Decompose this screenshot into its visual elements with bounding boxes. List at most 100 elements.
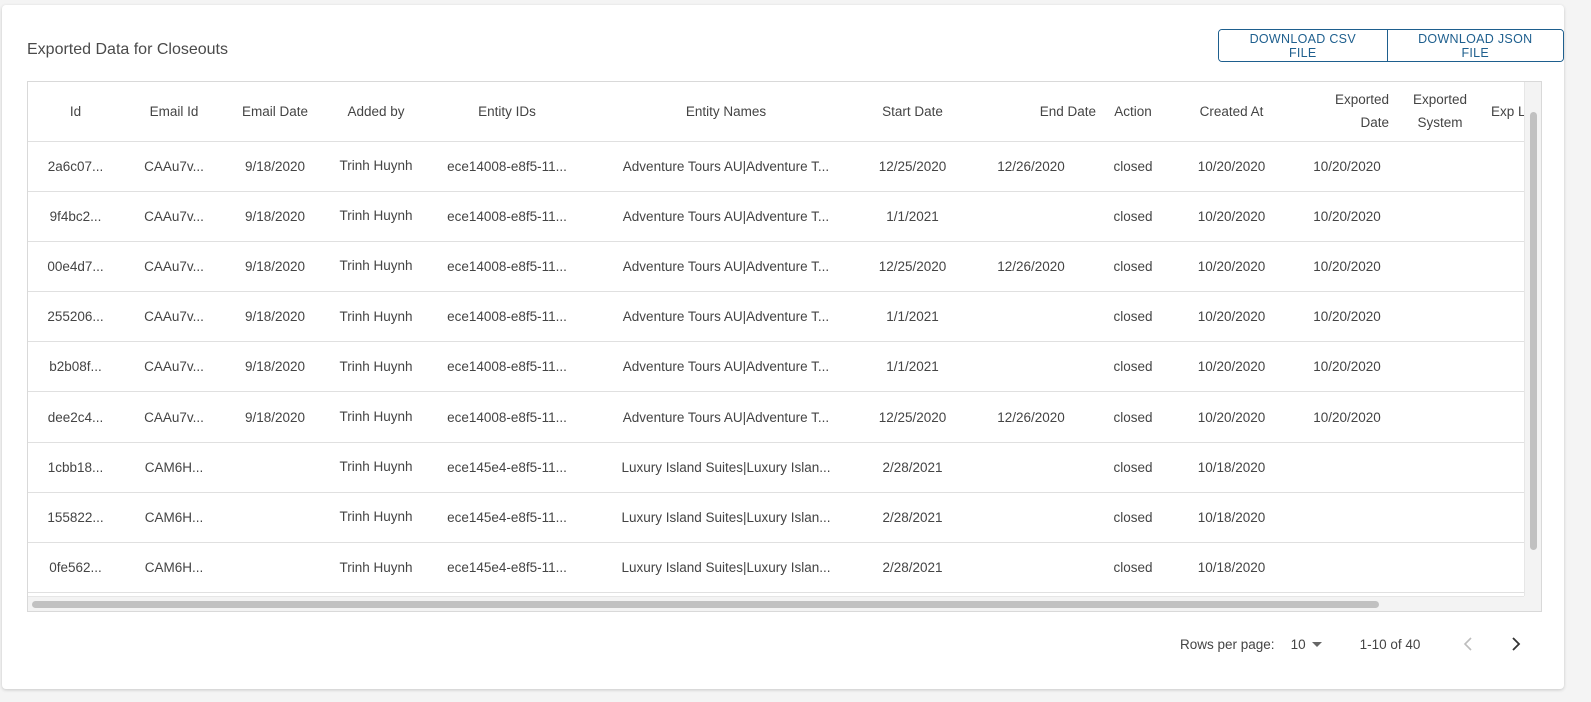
previous-page-button[interactable]	[1454, 630, 1482, 658]
table-cell: Trinh Huynh	[325, 191, 427, 242]
table-cell	[960, 492, 1102, 544]
column-header[interactable]: Entity Names	[587, 82, 865, 142]
table-row[interactable]: 1cbb18... CAM6H... Trinh Huynh ece145e4-e8f…	[28, 442, 1525, 493]
column-header[interactable]: End Date	[960, 82, 1102, 142]
table-cell: 9/18/2020	[225, 391, 325, 443]
table-cell: 2/28/2021	[865, 542, 960, 594]
column-header[interactable]: Id	[28, 82, 123, 142]
next-page-button[interactable]	[1502, 630, 1530, 658]
download-csv-button[interactable]: DOWNLOAD CSV FILE	[1219, 30, 1387, 61]
table-cell: 1cbb18...	[28, 442, 123, 493]
table-cell	[960, 542, 1102, 594]
table-cell: Trinh Huynh	[325, 291, 427, 343]
table-cell: 9/18/2020	[225, 141, 325, 192]
table-cell: 10/18/2020	[1164, 492, 1299, 544]
column-header[interactable]: Exported System	[1395, 82, 1485, 142]
pagination-range: 1-10 of 40	[1359, 636, 1421, 652]
column-header[interactable]: Created At	[1164, 82, 1299, 142]
table-cell: Trinh Huynh	[325, 542, 427, 594]
table-row[interactable]: 2a6c07... CAAu7v... 9/18/2020 Trinh Huynh ec…	[28, 141, 1525, 192]
table-cell	[1299, 492, 1395, 544]
table-cell	[1395, 291, 1485, 343]
table-cell	[960, 191, 1102, 242]
closeouts-table: Id Email Id Email Date Added by Entity I…	[28, 82, 1525, 594]
table-cell: Adventure Tours AU|Adventure T...	[587, 241, 865, 293]
table-cell: closed	[1102, 241, 1164, 293]
table-cell: Adventure Tours AU|Adventure T...	[587, 341, 865, 393]
table-cell	[1485, 291, 1525, 343]
table-cell	[225, 492, 325, 544]
table-cell: ece145e4-e8f5-11...	[427, 442, 587, 493]
table-cell: Adventure Tours AU|Adventure T...	[587, 141, 865, 192]
table-cell: CAAu7v...	[123, 291, 225, 343]
table-cell	[1485, 141, 1525, 192]
table-cell: Trinh Huynh	[325, 241, 427, 293]
table-cell	[1485, 391, 1525, 443]
table-cell: 0fe562...	[28, 542, 123, 594]
table-cell	[225, 442, 325, 493]
table-cell: 10/20/2020	[1299, 291, 1395, 343]
download-button-group: DOWNLOAD CSV FILE DOWNLOAD JSON FILE	[1218, 29, 1564, 62]
table-cell: 12/26/2020	[960, 241, 1102, 293]
table-cell: closed	[1102, 492, 1164, 544]
vertical-scroll-thumb[interactable]	[1530, 112, 1537, 550]
table-cell: ece14008-e8f5-11...	[427, 141, 587, 192]
column-header[interactable]: Email Date	[225, 82, 325, 142]
horizontal-scroll-thumb[interactable]	[32, 601, 1379, 608]
table-cell: 9/18/2020	[225, 341, 325, 393]
table-cell: CAM6H...	[123, 442, 225, 493]
table-cell: 12/26/2020	[960, 141, 1102, 192]
vertical-scrollbar[interactable]	[1524, 82, 1541, 597]
table-row[interactable]: 155822... CAM6H... Trinh Huynh ece145e4-e8f…	[28, 492, 1525, 544]
table-cell: 2/28/2021	[865, 492, 960, 544]
column-header[interactable]: Action	[1102, 82, 1164, 142]
column-header[interactable]: Exported Date	[1299, 82, 1395, 142]
data-grid-viewport[interactable]: Id Email Id Email Date Added by Entity I…	[28, 82, 1525, 597]
table-cell: Adventure Tours AU|Adventure T...	[587, 391, 865, 443]
column-header[interactable]: Email Id	[123, 82, 225, 142]
table-cell: 10/20/2020	[1164, 391, 1299, 443]
column-header[interactable]: Exp Log	[1485, 82, 1525, 142]
table-cell	[1299, 542, 1395, 594]
rows-per-page-select[interactable]: 10	[1291, 637, 1322, 652]
chevron-right-icon	[1512, 637, 1521, 651]
table-cell: Trinh Huynh	[325, 492, 427, 544]
table-cell: Adventure Tours AU|Adventure T...	[587, 291, 865, 343]
table-cell	[1485, 442, 1525, 493]
table-cell: closed	[1102, 291, 1164, 343]
table-row[interactable]: 0fe562... CAM6H... Trinh Huynh ece145e4-e8f…	[28, 542, 1525, 594]
table-cell	[1485, 191, 1525, 242]
table-row[interactable]: 00e4d7... CAAu7v... 9/18/2020 Trinh Huynh ec…	[28, 241, 1525, 293]
table-row[interactable]: b2b08f... CAAu7v... 9/18/2020 Trinh Huynh ec…	[28, 341, 1525, 393]
table-row[interactable]: dee2c4... CAAu7v... 9/18/2020 Trinh Huynh ec…	[28, 391, 1525, 443]
table-cell: 10/20/2020	[1164, 291, 1299, 343]
table-cell: CAAu7v...	[123, 141, 225, 192]
table-row[interactable]: 9f4bc2... CAAu7v... 9/18/2020 Trinh Huynh ec…	[28, 191, 1525, 242]
table-cell: 1/1/2021	[865, 291, 960, 343]
table-cell: 2a6c07...	[28, 141, 123, 192]
table-cell	[1395, 241, 1485, 293]
table-cell	[1395, 141, 1485, 192]
table-row[interactable]: 255206... CAAu7v... 9/18/2020 Trinh Huynh ec…	[28, 291, 1525, 343]
table-cell: 255206...	[28, 291, 123, 343]
table-cell	[960, 291, 1102, 343]
column-header[interactable]: Start Date	[865, 82, 960, 142]
table-cell	[1485, 241, 1525, 293]
table-cell: Trinh Huynh	[325, 141, 427, 192]
column-header[interactable]: Added by	[325, 82, 427, 142]
table-cell: ece14008-e8f5-11...	[427, 341, 587, 393]
table-cell: 12/25/2020	[865, 141, 960, 192]
table-cell	[1299, 442, 1395, 493]
table-cell: ece145e4-e8f5-11...	[427, 492, 587, 544]
table-body: 2a6c07... CAAu7v... 9/18/2020 Trinh Huynh ec…	[28, 141, 1525, 594]
table-cell: ece14008-e8f5-11...	[427, 391, 587, 443]
table-cell: Luxury Island Suites|Luxury Islan...	[587, 442, 865, 493]
horizontal-scrollbar[interactable]	[28, 596, 1525, 611]
column-header[interactable]: Entity IDs	[427, 82, 587, 142]
table-cell: 10/20/2020	[1299, 341, 1395, 393]
table-cell: 12/26/2020	[960, 391, 1102, 443]
table-cell: 10/18/2020	[1164, 442, 1299, 493]
table-cell: Luxury Island Suites|Luxury Islan...	[587, 542, 865, 594]
download-json-button[interactable]: DOWNLOAD JSON FILE	[1386, 30, 1563, 61]
table-cell: 10/20/2020	[1299, 141, 1395, 192]
